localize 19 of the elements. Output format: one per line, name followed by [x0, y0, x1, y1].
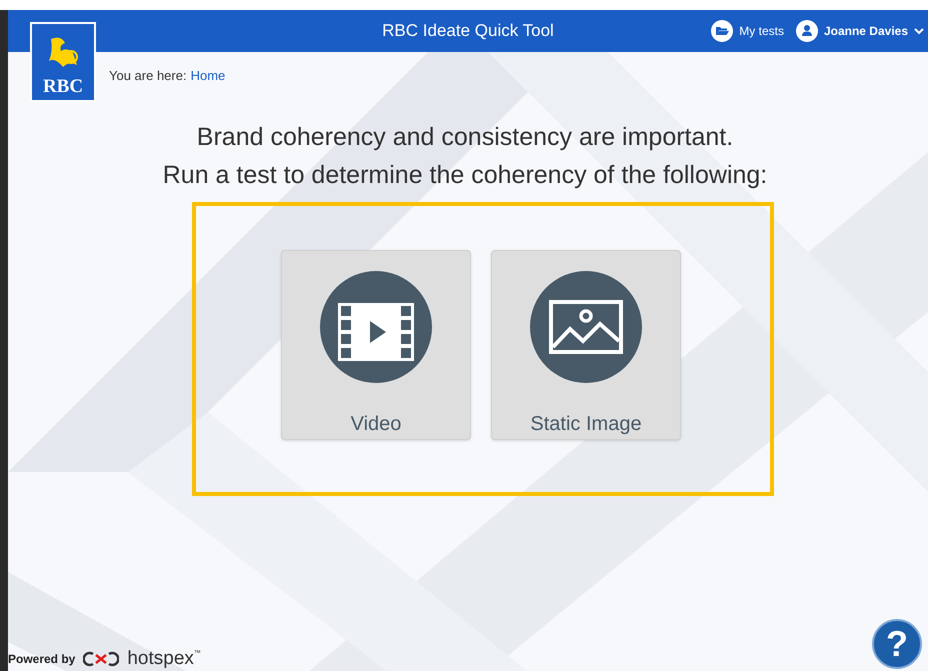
app-title: RBC Ideate Quick Tool [382, 20, 554, 42]
home-link[interactable]: Home [190, 66, 226, 86]
hotspex-logo-icon [83, 650, 120, 666]
folder-icon [711, 20, 734, 42]
my-tests-button[interactable]: My tests [711, 20, 784, 42]
breadcrumb-label: You are here: [109, 67, 187, 85]
user-menu-button[interactable]: Joanne Davies [796, 20, 924, 42]
film-play-icon [318, 268, 434, 384]
test-type-card[interactable]: Video [281, 250, 471, 440]
test-type-card[interactable]: Static Image [491, 250, 681, 440]
powered-by-text: Powered by [8, 650, 76, 668]
help-button[interactable]: ? [872, 619, 922, 669]
headline-text: Brand coherency and consistency are important. [196, 122, 734, 152]
image-icon [528, 268, 644, 384]
user-icon [796, 20, 818, 42]
chevron-down-icon [914, 27, 924, 35]
logo-text: RBC [42, 77, 84, 96]
headline-text: Run a test to determine the coherency of the following: [162, 160, 768, 190]
brand-name: hotspex [127, 649, 194, 668]
